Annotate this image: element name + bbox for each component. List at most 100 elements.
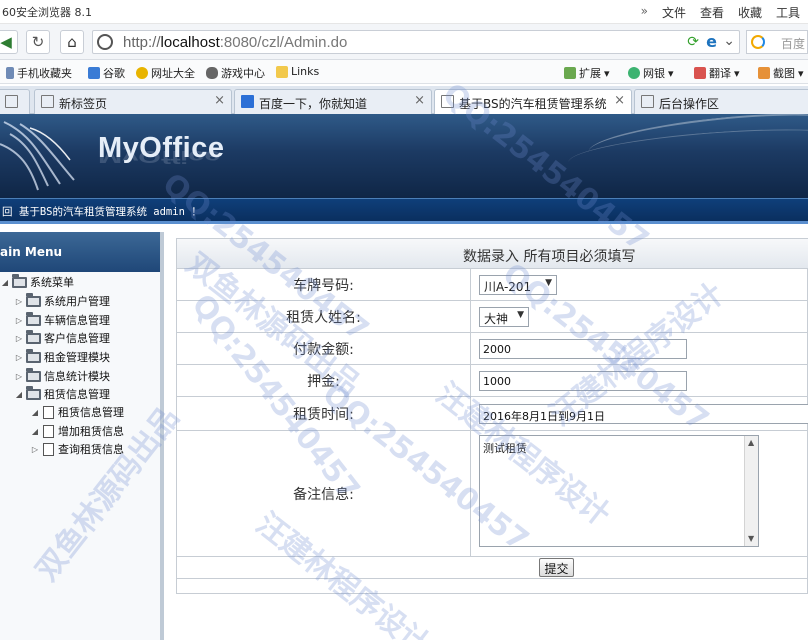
page-icon (441, 95, 454, 108)
tab-admin-area[interactable]: 后台操作区 (634, 89, 808, 114)
favorite-google[interactable]: 谷歌 (88, 65, 125, 81)
period-input[interactable]: 2016年8月1日到9月1日 (479, 404, 808, 424)
page-icon (5, 95, 18, 108)
remark-textarea[interactable]: 测试租赁 ▲ ▼ (479, 435, 759, 547)
tab-label: 基于BS的汽车租赁管理系统 (459, 97, 607, 111)
tree-label: 租赁信息管理 (44, 388, 110, 401)
tree-root[interactable]: ◢ 系统菜单 (0, 273, 74, 290)
expand-icon[interactable]: ▷ (30, 445, 40, 454)
scroll-up-icon[interactable]: ▲ (748, 438, 754, 447)
form-row-period: 租赁时间: 2016年8月1日到9月1日 (177, 397, 808, 431)
sidebar-header: ain Menu (0, 232, 160, 272)
page-icon (43, 405, 54, 419)
folder-icon (26, 385, 41, 400)
deposit-input[interactable]: 1000 (479, 371, 687, 391)
extensions-icon (564, 67, 576, 79)
toolbar-label: 网银 (643, 67, 665, 80)
menu-view[interactable]: 查看 (700, 4, 724, 21)
translate-button[interactable]: 翻译 ▾ (694, 65, 740, 81)
sidebar-item-vehicles[interactable]: ▷ 车辆信息管理 (14, 311, 110, 328)
search-box[interactable]: 百度 (746, 30, 808, 54)
plate-select[interactable]: 川A-201 ▼ (479, 275, 557, 295)
browser-menu: » 文件 查看 收藏 工具 (641, 4, 800, 21)
close-icon[interactable]: × (614, 93, 625, 108)
period-label: 租赁时间: (177, 397, 471, 430)
toolbar-label: 翻译 (709, 67, 731, 80)
folder-icon (26, 292, 41, 307)
submit-button[interactable]: 提交 (539, 558, 574, 577)
sidebar-item-customers[interactable]: ▷ 客户信息管理 (14, 329, 110, 346)
tab-car-rental[interactable]: 基于BS的汽车租赁管理系统 × (434, 89, 632, 115)
url-text[interactable]: http://localhost:8080/czl/Admin.do (123, 34, 347, 51)
extensions-button[interactable]: 扩展 ▾ (564, 65, 610, 81)
refresh-icon: ↻ (31, 33, 45, 51)
tab-strip: 新标签页 × 百度一下，你就知道 × 基于BS的汽车租赁管理系统 × 后台操作区 (0, 86, 808, 115)
favorites-bar: 手机收藏夹 谷歌 网址大全 游戏中心 Links 扩展 ▾ 网银 ▾ 翻译 ▾ … (0, 60, 808, 84)
gamepad-icon (206, 67, 218, 79)
menu-file[interactable]: 文件 (662, 4, 686, 21)
tab-label: 新标签页 (59, 97, 108, 111)
menu-tools[interactable]: 工具 (776, 4, 800, 21)
tab-baidu[interactable]: 百度一下，你就知道 × (234, 89, 432, 114)
sidebar-title: ain Menu (0, 245, 63, 259)
sidebar-item-rent[interactable]: ▷ 租金管理模块 (14, 348, 110, 365)
form-row-plate: 车牌号码: 川A-201 ▼ (177, 269, 808, 301)
amount-input[interactable]: 2000 (479, 339, 687, 359)
collapse-icon[interactable]: ◢ (14, 390, 24, 399)
sidebar-item-leasing[interactable]: ◢ 租赁信息管理 (14, 385, 110, 402)
url-bar[interactable]: http://localhost:8080/czl/Admin.do ⟳ e ⌄ (92, 30, 740, 54)
refresh-button[interactable]: ↻ (26, 30, 50, 54)
remark-value: 测试租赁 (483, 442, 527, 455)
menu-more[interactable]: » (641, 4, 648, 21)
sidebar-item-users[interactable]: ▷ 系统用户管理 (14, 292, 110, 309)
sidebar-item-stats[interactable]: ▷ 信息统计模块 (14, 367, 110, 384)
expand-icon[interactable]: ▷ (14, 334, 24, 343)
form-row-deposit: 押金: 1000 (177, 365, 808, 397)
tab-overflow[interactable] (0, 89, 30, 114)
bird-logo-icon (0, 121, 75, 191)
window-title: 60安全浏览器 8.1 (2, 6, 92, 19)
favorite-mobile[interactable]: 手机收藏夹 (6, 65, 72, 81)
renter-select[interactable]: 大神 ▼ (479, 307, 529, 327)
sidebar-child-lease-query[interactable]: ▷ 查询租赁信息 (30, 441, 124, 457)
favorite-links[interactable]: Links (276, 65, 319, 78)
expand-icon[interactable]: ▷ (14, 372, 24, 381)
collapse-icon[interactable]: ◢ (0, 278, 10, 287)
close-icon[interactable]: × (214, 93, 225, 108)
menu-favorites[interactable]: 收藏 (738, 4, 762, 21)
sidebar-child-lease-add[interactable]: ◢ 增加租赁信息 (30, 423, 124, 439)
expand-icon[interactable]: ▷ (14, 297, 24, 306)
favorite-label: 谷歌 (103, 67, 125, 80)
browser-titlebar: 60安全浏览器 8.1 » 文件 查看 收藏 工具 (0, 0, 808, 24)
expand-icon[interactable]: ▷ (14, 353, 24, 362)
panel-header: 数据录入 所有项目必须填写 (177, 239, 808, 269)
screenshot-button[interactable]: 截图 ▾ (758, 65, 804, 81)
ebank-button[interactable]: 网银 ▾ (628, 65, 674, 81)
favorite-games[interactable]: 游戏中心 (206, 65, 265, 81)
tree-label: 租赁信息管理 (58, 406, 124, 419)
ie-mode-icon[interactable]: e (706, 32, 717, 51)
home-icon: ⌂ (67, 33, 77, 51)
scroll-down-icon[interactable]: ▼ (748, 534, 754, 543)
expand-icon[interactable]: ▷ (14, 316, 24, 325)
welcome-text: 回 基于BS的汽车租赁管理系统 admin ！ (2, 206, 202, 218)
url-path: :8080/czl/Admin.do (219, 34, 348, 51)
folder-icon (276, 65, 288, 78)
favorite-sites[interactable]: 网址大全 (136, 65, 195, 81)
tab-label: 百度一下，你就知道 (259, 97, 368, 111)
sidebar-child-lease-manage[interactable]: ◢ 租赁信息管理 (30, 404, 124, 420)
home-button[interactable]: ⌂ (60, 30, 84, 54)
page-icon (43, 442, 54, 456)
folder-icon (26, 348, 41, 363)
back-button[interactable]: ◀ (0, 30, 18, 54)
security-shield-icon (97, 34, 113, 50)
tab-new[interactable]: 新标签页 × (34, 89, 232, 114)
chevron-down-icon[interactable]: ⌄ (723, 33, 735, 49)
plate-label: 车牌号码: (177, 269, 471, 300)
close-icon[interactable]: × (414, 93, 425, 108)
form-row-submit: 提交 (177, 557, 808, 579)
tab-label: 后台操作区 (659, 97, 720, 111)
reload-icon[interactable]: ⟳ (687, 34, 699, 50)
translate-icon (694, 67, 706, 79)
textarea-scrollbar[interactable]: ▲ ▼ (744, 436, 758, 546)
